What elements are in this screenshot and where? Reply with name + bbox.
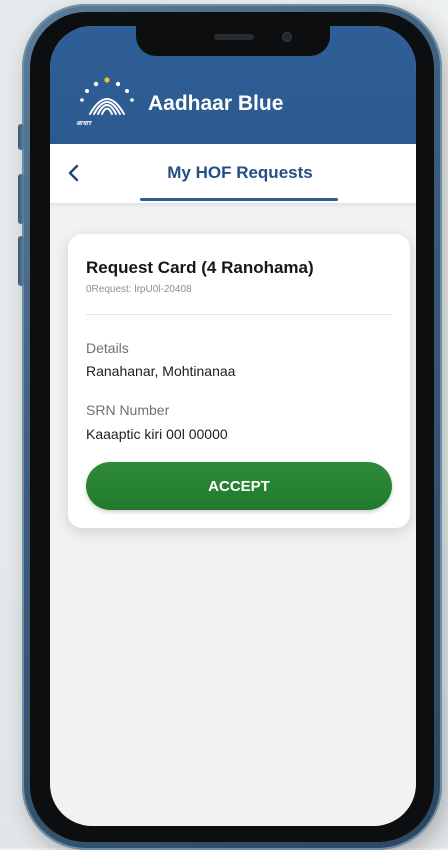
mute-switch xyxy=(18,124,24,150)
tab-my-hof-requests[interactable]: My HOF Requests xyxy=(140,163,340,183)
tab-bar: My HOF Requests xyxy=(50,144,416,204)
app-title: Aadhaar Blue xyxy=(148,92,284,115)
logo-hindi-text: आधार xyxy=(76,121,92,127)
chevron-left-icon xyxy=(68,164,79,182)
back-button[interactable] xyxy=(62,158,88,188)
phone-screen: आधार Aadhaar Blue My HOF Requests Reques… xyxy=(50,26,416,826)
request-id: 0Request: lrpU0l-20408 xyxy=(86,284,192,295)
notch xyxy=(136,26,330,56)
srn-value: Kaaaptic kiri 00l 00000 xyxy=(86,426,228,442)
tab-active-indicator xyxy=(140,198,338,201)
volume-up-button xyxy=(18,174,24,224)
accept-button[interactable]: ACCEPT xyxy=(86,462,392,510)
request-card-title: Request Card (4 Ranohama) xyxy=(86,258,314,277)
speaker-grille xyxy=(214,34,254,40)
volume-down-button xyxy=(18,236,24,286)
front-camera xyxy=(282,32,292,42)
card-divider xyxy=(86,314,392,315)
details-value: Ranahanar, Mohtinanaa xyxy=(86,363,236,379)
request-card: Request Card (4 Ranohama) 0Request: lrpU… xyxy=(68,234,410,528)
details-label: Details xyxy=(86,340,129,356)
srn-label: SRN Number xyxy=(86,402,170,418)
